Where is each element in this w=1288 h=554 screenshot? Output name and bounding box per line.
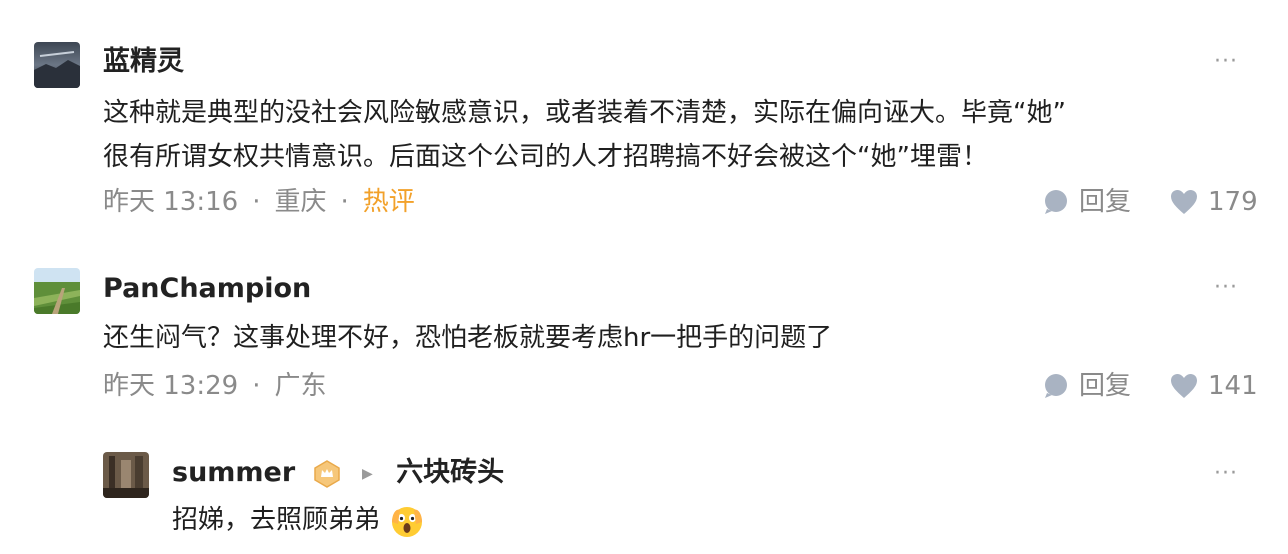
hot-badge: 热评 (362, 187, 415, 217)
reply-button[interactable]: 回复 (1043, 370, 1131, 402)
like-button[interactable]: 141 (1170, 370, 1258, 402)
level-badge-icon (313, 459, 340, 488)
heart-icon (1171, 374, 1197, 398)
reply-item: summer ▶ 六块砖头 ··· 招娣，去照顾弟弟 (0, 440, 1288, 554)
separator-dot: · (252, 371, 261, 401)
like-count: 179 (1208, 187, 1258, 217)
comment-meta: 昨天 13:16 · 重庆 · 热评 (103, 186, 415, 218)
comment-feed: 蓝精灵 ··· 这种就是典型的没社会风险敏感意识，或者装着不清楚，实际在偏向诬大… (0, 0, 1288, 554)
like-count: 141 (1208, 371, 1258, 401)
chat-bubble-icon (1045, 374, 1067, 398)
comment-item: PanChampion ··· 还生闷气？这事处理不好，恐怕老板就要考虑hr一把… (0, 240, 1288, 440)
comment-time: 昨天 13:16 (103, 187, 239, 217)
reply-label: 回复 (1079, 187, 1132, 217)
comment-location: 重庆 (274, 187, 327, 217)
avatar[interactable] (34, 268, 80, 314)
reply-text-content: 招娣，去照顾弟弟 (172, 505, 381, 535)
comment-location: 广东 (274, 371, 327, 401)
reply-text: 招娣，去照顾弟弟 (172, 498, 424, 542)
comment-text-line-1: 还生闷气？这事处理不好，恐怕老板就要考虑hr一把手的问题了 (103, 323, 833, 353)
more-options-icon[interactable]: ··· (1214, 463, 1238, 485)
comment-time: 昨天 13:29 (103, 371, 239, 401)
separator-dot: · (340, 187, 349, 217)
comment-text-line-1: 这种就是典型的没社会风险敏感意识，或者装着不清楚，实际在偏向诬大。毕竟“她” (103, 98, 1066, 128)
caret-right-icon: ▶ (362, 465, 373, 482)
reply-button[interactable]: 回复 (1043, 186, 1131, 218)
reply-label: 回复 (1079, 371, 1132, 401)
scared-face-icon (392, 506, 423, 537)
username[interactable]: 蓝精灵 (103, 45, 184, 79)
chat-bubble-icon (1045, 190, 1067, 214)
more-options-icon[interactable]: ··· (1214, 277, 1238, 299)
comment-item: 蓝精灵 ··· 这种就是典型的没社会风险敏感意识，或者装着不清楚，实际在偏向诬大… (0, 0, 1288, 240)
avatar[interactable] (103, 452, 149, 498)
like-button[interactable]: 179 (1170, 186, 1258, 218)
separator-dot: · (252, 187, 261, 217)
heart-icon (1171, 190, 1197, 214)
username[interactable]: summer (172, 457, 295, 488)
reply-header: summer ▶ 六块砖头 (172, 456, 504, 491)
username[interactable]: PanChampion (103, 272, 311, 306)
avatar[interactable] (34, 42, 80, 88)
more-options-icon[interactable]: ··· (1214, 51, 1238, 73)
comment-text-line-2: 很有所谓女权共情意识。后面这个公司的人才招聘搞不好会被这个“她”埋雷！ (103, 142, 988, 172)
reply-to-username[interactable]: 六块砖头 (396, 457, 504, 488)
comment-meta: 昨天 13:29 · 广东 (103, 370, 326, 402)
